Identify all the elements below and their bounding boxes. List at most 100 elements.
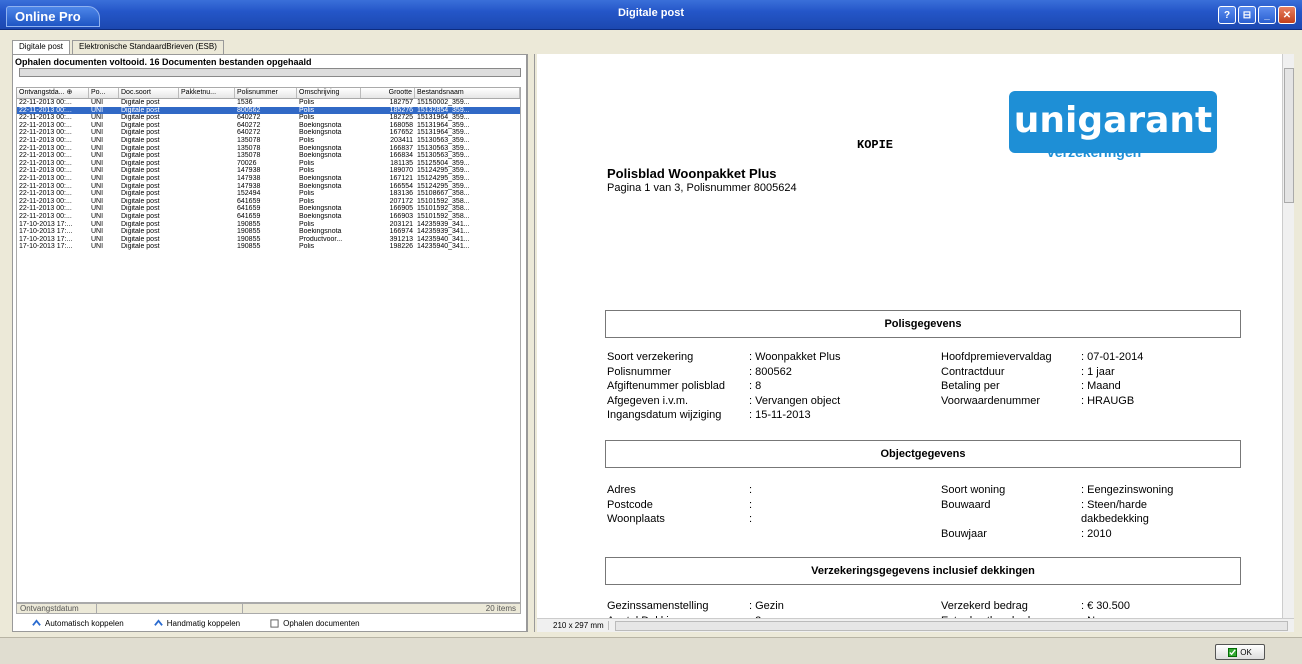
table-row[interactable]: 22-11-2013 00:... UNI Digitale post 641659 B… — [17, 205, 520, 213]
scroll-thumb[interactable] — [1284, 68, 1294, 203]
table-cell: 640272 — [237, 121, 261, 129]
table-cell: 190855 — [237, 235, 261, 243]
help-button[interactable]: ? — [1218, 6, 1236, 24]
table-row[interactable]: 22-11-2013 00:... UNI Digitale post 152494 P… — [17, 190, 520, 198]
copy-label: KOPIE — [857, 138, 894, 152]
auto-link-button[interactable]: Automatisch koppelen — [32, 619, 124, 628]
table-cell — [179, 137, 235, 145]
column-header[interactable]: Grootte — [361, 88, 415, 98]
table-cell: 800562 — [237, 106, 261, 114]
table-cell — [179, 152, 235, 160]
document-viewer: unigarant verzekeringen KOPIE Polisblad … — [537, 54, 1282, 618]
table-row[interactable]: 22-11-2013 00:... UNI Digitale post 135078 P… — [17, 137, 520, 145]
table-cell: 15131964_359... — [417, 114, 470, 122]
table-row[interactable]: 22-11-2013 00:... UNI Digitale post 70026 Po… — [17, 160, 520, 168]
table-row[interactable]: 17-10-2013 17:... UNI Digitale post 190855 P… — [17, 243, 520, 251]
bottom-bar: OK — [0, 637, 1302, 664]
table-cell: UNI — [91, 129, 104, 137]
table-cell: 135078 — [237, 152, 261, 160]
sort-label[interactable]: Ontvangstdatum — [17, 604, 97, 613]
table-cell: 182725 — [389, 114, 413, 122]
table-row[interactable]: 22-11-2013 00:... UNI Digitale post 640272 B… — [17, 122, 520, 130]
column-header[interactable]: Po... — [89, 88, 119, 98]
table-cell — [179, 205, 235, 213]
table-cell: 22-11-2013 00:... — [19, 167, 72, 175]
ok-button[interactable]: OK — [1215, 644, 1265, 660]
table-cell: 15130563_359... — [417, 152, 470, 160]
manual-link-button[interactable]: Handmatig koppelen — [153, 619, 240, 628]
field-label: Hoofdpremievervaldag — [941, 351, 1052, 363]
table-cell — [179, 107, 235, 115]
table-cell — [179, 145, 235, 153]
table-cell: 190855 — [237, 220, 261, 228]
column-header[interactable]: Bestandsnaam — [415, 88, 520, 98]
table-cell: Digitale post — [121, 129, 160, 137]
table-cell: 168058 — [389, 121, 413, 129]
table-cell: 203121 — [389, 220, 413, 228]
table-row[interactable]: 22-11-2013 00:... UNI Digitale post 641659 P… — [17, 198, 520, 206]
minimize-button[interactable]: _ — [1258, 6, 1276, 24]
table-cell: 207172 — [389, 197, 413, 205]
table-cell — [179, 236, 235, 244]
fetch-documents-button[interactable]: Ophalen documenten — [270, 619, 360, 628]
table-cell: 22-11-2013 00:... — [19, 152, 72, 160]
panel-splitter[interactable] — [527, 54, 535, 632]
field-value: : Eengezinswoning — [1081, 484, 1174, 496]
table-row[interactable]: 22-11-2013 00:... UNI Digitale post 1536 Pol… — [17, 99, 520, 107]
table-cell: 190855 — [237, 243, 261, 251]
table-cell: 135078 — [237, 144, 261, 152]
table-cell: 190855 — [237, 228, 261, 236]
table-cell: UNI — [91, 106, 104, 114]
field-label: Soort verzekering — [607, 351, 694, 363]
table-row[interactable]: 22-11-2013 00:... UNI Digitale post 147938 B… — [17, 183, 520, 191]
link-icon — [32, 618, 41, 626]
horizontal-scrollbar[interactable] — [615, 620, 1288, 631]
table-row[interactable]: 22-11-2013 00:... UNI Digitale post 640272 B… — [17, 129, 520, 137]
table-row[interactable]: 22-11-2013 00:... UNI Digitale post 640272 P… — [17, 114, 520, 122]
table-row[interactable]: 17-10-2013 17:... UNI Digitale post 190855 P… — [17, 221, 520, 229]
tab-esb[interactable]: Elektronische StandaardBrieven (ESB) — [72, 40, 224, 54]
progress-bar — [19, 68, 521, 77]
field-value: dakbedekking — [1081, 513, 1149, 525]
field-value: : — [749, 498, 753, 511]
column-header[interactable]: Omschrijving — [297, 88, 361, 98]
table-row[interactable]: 22-11-2013 00:... UNI Digitale post 147938 B… — [17, 175, 520, 183]
table-cell: Digitale post — [121, 99, 160, 106]
table-row[interactable]: 17-10-2013 17:... UNI Digitale post 190855 B… — [17, 228, 520, 236]
grid-footer: Ontvangstdatum 20 items — [16, 603, 521, 614]
close-button[interactable]: ✕ — [1278, 6, 1296, 24]
table-cell — [179, 228, 235, 236]
table-row[interactable]: 22-11-2013 00:... UNI Digitale post 147938 P… — [17, 167, 520, 175]
table-cell — [179, 243, 235, 251]
table-row[interactable]: 22-11-2013 00:... UNI Digitale post 135078 B… — [17, 152, 520, 160]
table-cell: 15124295_359... — [417, 167, 470, 175]
column-header[interactable]: Ontvangstda... ⊕ — [17, 88, 89, 98]
tab-digitale-post[interactable]: Digitale post — [12, 40, 71, 54]
table-row[interactable]: 17-10-2013 17:... UNI Digitale post 190855 P… — [17, 236, 520, 244]
table-cell: Digitale post — [121, 243, 160, 251]
logo-subtitle: verzekeringen — [1047, 144, 1142, 160]
table-row[interactable]: 22-11-2013 00:... UNI Digitale post 135078 B… — [17, 145, 520, 153]
check-icon — [1228, 647, 1238, 657]
field-value: : Woonpakket Plus — [749, 351, 841, 363]
document-subtitle: Pagina 1 van 3, Polisnummer 8005624 — [607, 182, 797, 194]
table-row[interactable]: 22-11-2013 00:... UNI Digitale post 800562 P… — [17, 106, 520, 115]
column-header[interactable]: Polisnummer — [235, 88, 297, 98]
table-cell — [179, 213, 235, 221]
field-value: : HRAUGB — [1081, 394, 1135, 407]
table-cell: Boekingsnota — [299, 228, 342, 236]
vertical-scrollbar[interactable] — [1282, 54, 1294, 618]
column-header[interactable]: Pakketnu... — [179, 88, 235, 98]
options-button[interactable]: ⊟ — [1238, 6, 1256, 24]
field-value: : € 30.500 — [1081, 600, 1130, 612]
table-cell: 183136 — [389, 190, 413, 198]
table-row[interactable]: 22-11-2013 00:... UNI Digitale post 641659 B… — [17, 213, 520, 221]
table-cell: 15131964_359... — [417, 129, 470, 137]
table-cell: Polis — [299, 136, 315, 144]
table-cell: UNI — [91, 152, 104, 160]
column-header[interactable]: Doc.soort — [119, 88, 179, 98]
table-cell: Digitale post — [121, 205, 160, 213]
table-cell: 181135 — [390, 159, 413, 167]
table-cell: 166837 — [389, 144, 413, 152]
table-cell — [179, 198, 235, 206]
